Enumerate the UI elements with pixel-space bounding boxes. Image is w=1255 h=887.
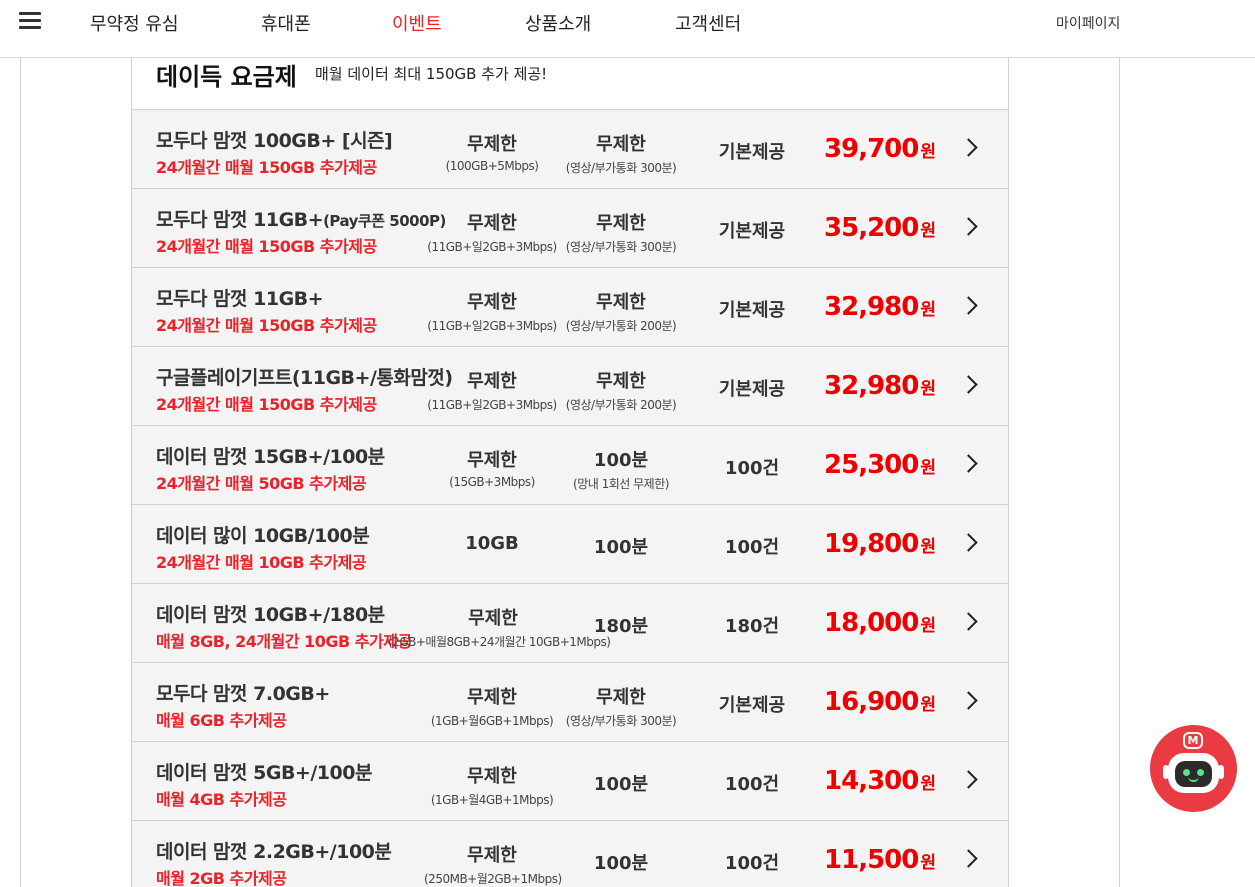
plan-name: 데이터 많이 10GB/100분 <box>156 525 370 547</box>
plan-panel: 데이득 요금제 매월 데이터 최대 150GB 추가 제공! 모두다 맘껏 10… <box>131 58 1009 887</box>
plan-bonus: 24개월간 매월 150GB 추가제공 <box>156 395 377 414</box>
plan-sms: 기본제공 <box>718 142 786 163</box>
plan-row[interactable]: 모두다 맘껏 11GB+(Pay쿠폰 5000P) 24개월간 매월 150GB… <box>132 189 1008 268</box>
chevron-right-icon[interactable] <box>959 770 978 789</box>
plan-voice: 100분 (망내 1회선 무제한) <box>573 450 669 491</box>
plan-row[interactable]: 데이터 맘껏 5GB+/100분 매월 4GB 추가제공 무제한 (1GB+월4G… <box>132 742 1008 821</box>
nav-item-products[interactable]: 상품소개 <box>525 10 591 36</box>
plan-data: 10GB <box>465 533 519 554</box>
plan-data: 무제한 (100GB+5Mbps) <box>445 134 539 173</box>
plan-row[interactable]: 모두다 맘껏 7.0GB+ 매월 6GB 추가제공 무제한 (1GB+월6GB+1… <box>132 663 1008 742</box>
plan-row[interactable]: 데이터 맘껏 15GB+/100분 24개월간 매월 50GB 추가제공 무제한… <box>132 426 1008 505</box>
chevron-right-icon[interactable] <box>959 533 978 552</box>
chevron-right-icon[interactable] <box>959 296 978 315</box>
plan-bonus: 24개월간 매월 50GB 추가제공 <box>156 474 367 493</box>
plan-sms: 180건 <box>724 616 780 637</box>
plan-bonus: 24개월간 매월 150GB 추가제공 <box>156 158 377 177</box>
plan-row[interactable]: 모두다 맘껏 11GB+ 24개월간 매월 150GB 추가제공 무제한 (11G… <box>132 268 1008 347</box>
plan-name: 데이터 맘껏 5GB+/100분 <box>156 762 372 784</box>
plan-voice: 100분 <box>593 774 649 795</box>
plan-bonus: 24개월간 매월 150GB 추가제공 <box>156 316 377 335</box>
section-subtitle: 매월 데이터 최대 150GB 추가 제공! <box>315 65 548 83</box>
plan-price: 14,300 원 <box>824 766 936 796</box>
plan-price: 11,500 원 <box>824 845 936 875</box>
plan-name: 모두다 맘껏 11GB+(Pay쿠폰 5000P) <box>156 209 446 231</box>
plan-data: 무제한 (11GB+일2GB+3Mbps) <box>427 371 557 412</box>
chevron-right-icon[interactable] <box>959 138 978 157</box>
plan-data: 무제한 (1GB+월4GB+1Mbps) <box>430 766 554 807</box>
chevron-right-icon[interactable] <box>959 217 978 236</box>
plan-sms: 100건 <box>724 853 780 874</box>
robot-icon <box>1168 753 1219 793</box>
plan-bonus: 매월 8GB, 24개월간 10GB 추가제공 <box>156 632 412 651</box>
plan-price: 18,000 원 <box>824 608 936 638</box>
plan-sms: 기본제공 <box>718 221 786 242</box>
plan-name: 모두다 맘껏 11GB+ <box>156 288 324 310</box>
chevron-right-icon[interactable] <box>959 612 978 631</box>
plan-sms: 100건 <box>724 458 780 479</box>
plan-voice: 180분 <box>593 616 649 637</box>
plan-voice: 무제한 (영상/부가통화 200분) <box>565 292 677 333</box>
plan-data: 무제한 (15GB+3Mbps) <box>449 450 535 489</box>
nav-item-phone[interactable]: 휴대폰 <box>261 10 311 36</box>
plan-bonus: 매월 4GB 추가제공 <box>156 790 287 809</box>
plan-name: 모두다 맘껏 100GB+ [시즌] <box>156 130 393 152</box>
plan-row[interactable]: 데이터 맘껏 10GB+/180분 매월 8GB, 24개월간 10GB 추가제… <box>132 584 1008 663</box>
plan-voice: 무제한 (영상/부가통화 300분) <box>565 687 677 728</box>
chevron-right-icon[interactable] <box>959 691 978 710</box>
panel-header: 데이득 요금제 매월 데이터 최대 150GB 추가 제공! <box>132 58 1008 110</box>
plan-name: 데이터 맘껏 15GB+/100분 <box>156 446 385 468</box>
plan-price: 39,700 원 <box>824 134 936 164</box>
section-title: 데이득 요금제 <box>156 63 297 91</box>
plan-name: 데이터 맘껏 2.2GB+/100분 <box>156 841 392 863</box>
plan-data: 무제한 (250MB+월2GB+1Mbps) <box>424 845 562 886</box>
plan-row[interactable]: 데이터 맘껏 2.2GB+/100분 매월 2GB 추가제공 무제한 (250MB… <box>132 821 1008 887</box>
plan-row[interactable]: 데이터 많이 10GB/100분 24개월간 매월 10GB 추가제공 10GB… <box>132 505 1008 584</box>
plan-price: 32,980 원 <box>824 371 936 401</box>
nav-item-event[interactable]: 이벤트 <box>392 10 442 36</box>
plan-data: 무제한 (11GB+일2GB+3Mbps) <box>427 292 557 333</box>
nav-item-usim[interactable]: 무약정 유심 <box>90 10 179 36</box>
plan-sms: 기본제공 <box>718 300 786 321</box>
menu-icon[interactable] <box>19 12 41 30</box>
chatbot-button[interactable]: M <box>1150 725 1237 812</box>
plan-name: 모두다 맘껏 7.0GB+ <box>156 683 330 705</box>
plan-voice: 무제한 (영상/부가통화 200분) <box>565 371 677 412</box>
chevron-right-icon[interactable] <box>959 849 978 868</box>
mypage-link[interactable]: 마이페이지 <box>1056 13 1120 33</box>
plan-sms: 100건 <box>724 537 780 558</box>
plan-sms: 기본제공 <box>718 379 786 400</box>
plan-voice: 무제한 (영상/부가통화 300분) <box>565 134 677 175</box>
plan-name: 데이터 맘껏 10GB+/180분 <box>156 604 385 626</box>
plan-voice: 무제한 (영상/부가통화 300분) <box>565 213 677 254</box>
plan-bonus: 매월 2GB 추가제공 <box>156 869 287 887</box>
plan-price: 32,980 원 <box>824 292 936 322</box>
plan-voice: 100분 <box>593 537 649 558</box>
plan-price: 19,800 원 <box>824 529 936 559</box>
plan-sms: 100건 <box>724 774 780 795</box>
plan-row[interactable]: 구글플레이기프트(11GB+/통화맘껏) 24개월간 매월 150GB 추가제공… <box>132 347 1008 426</box>
plan-price: 25,300 원 <box>824 450 936 480</box>
chevron-right-icon[interactable] <box>959 375 978 394</box>
plan-bonus: 매월 6GB 추가제공 <box>156 711 287 730</box>
nav-item-support[interactable]: 고객센터 <box>675 10 741 36</box>
plan-name: 구글플레이기프트(11GB+/통화맘껏) <box>156 367 453 389</box>
plan-list: 모두다 맘껏 100GB+ [시즌] 24개월간 매월 150GB 추가제공 무… <box>132 110 1008 887</box>
plan-price: 16,900 원 <box>824 687 936 717</box>
plan-price: 35,200 원 <box>824 213 936 243</box>
plan-data: 무제한 (1GB+월6GB+1Mbps) <box>430 687 554 728</box>
chatbot-badge: M <box>1183 732 1203 749</box>
plan-row[interactable]: 모두다 맘껏 100GB+ [시즌] 24개월간 매월 150GB 추가제공 무… <box>132 110 1008 189</box>
plan-voice: 100분 <box>593 853 649 874</box>
plan-bonus: 24개월간 매월 150GB 추가제공 <box>156 237 377 256</box>
top-navigation: 무약정 유심 휴대폰 이벤트 상품소개 고객센터 마이페이지 <box>0 0 1255 58</box>
chevron-right-icon[interactable] <box>959 454 978 473</box>
plan-data: 무제한 (11GB+일2GB+3Mbps) <box>427 213 557 254</box>
plan-sms: 기본제공 <box>718 695 786 716</box>
plan-bonus: 24개월간 매월 10GB 추가제공 <box>156 553 367 572</box>
